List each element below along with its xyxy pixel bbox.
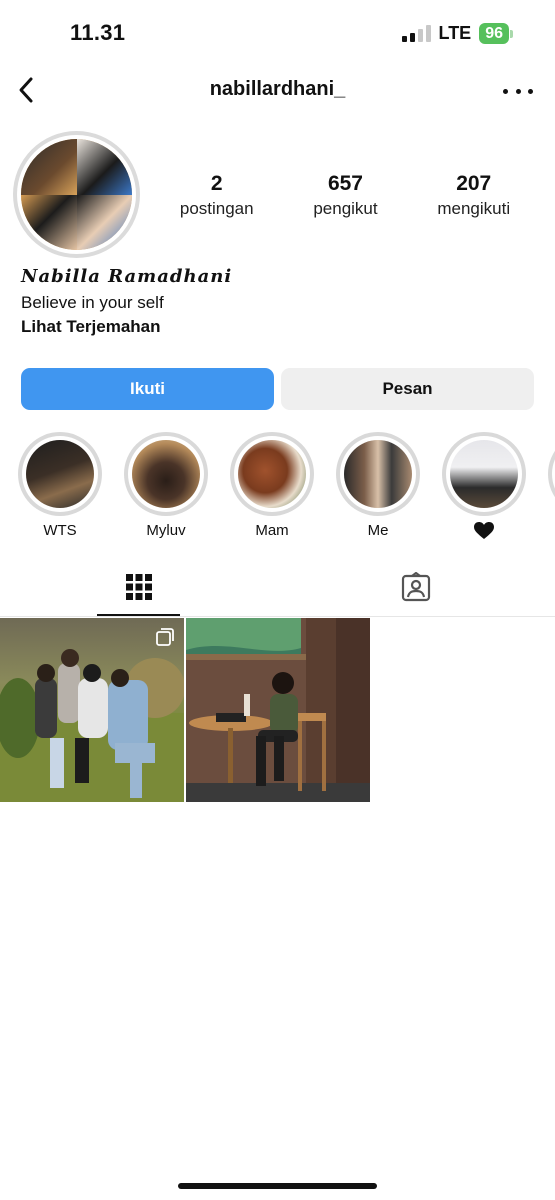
profile-tabs bbox=[0, 562, 555, 617]
post-thumbnail[interactable] bbox=[186, 618, 370, 802]
highlight-partial[interactable] bbox=[548, 432, 555, 516]
highlight-heart[interactable] bbox=[442, 432, 526, 544]
top-nav: nabillardhani_ bbox=[0, 64, 555, 116]
battery-icon: 96 bbox=[479, 23, 513, 44]
battery-level: 96 bbox=[479, 23, 509, 44]
highlight-me[interactable]: Me bbox=[336, 432, 420, 539]
tab-posts-grid[interactable] bbox=[0, 562, 277, 617]
active-tab-indicator bbox=[97, 614, 180, 616]
profile-avatar[interactable] bbox=[13, 131, 140, 258]
followers-count[interactable]: 657 pengikut bbox=[313, 172, 377, 219]
status-indicators: LTE 96 bbox=[401, 23, 513, 44]
more-options-icon[interactable] bbox=[503, 76, 533, 106]
profile-stats: 2 postingan 657 pengikut 207 mengikuti bbox=[150, 172, 540, 219]
display-name: Nabilla Ramadhani bbox=[21, 266, 233, 287]
post-thumbnail[interactable] bbox=[0, 618, 184, 802]
following-count[interactable]: 207 mengikuti bbox=[437, 172, 510, 219]
grid-icon bbox=[125, 573, 153, 606]
story-highlights: WTS Myluv Mam Me bbox=[18, 432, 555, 547]
highlight-wts[interactable]: WTS bbox=[18, 432, 102, 539]
status-bar: 11.31 LTE 96 bbox=[0, 0, 555, 64]
username-title: nabillardhani_ bbox=[209, 78, 346, 100]
highlight-mam[interactable]: Mam bbox=[230, 432, 314, 539]
network-type: LTE bbox=[438, 23, 472, 43]
post-image-cafe bbox=[186, 618, 370, 802]
see-translation-link[interactable]: Lihat Terjemahan bbox=[21, 317, 161, 337]
posts-count: 2 postingan bbox=[179, 172, 254, 218]
bio-text: Believe in your self bbox=[21, 293, 164, 312]
follow-button[interactable]: Ikuti bbox=[21, 368, 274, 410]
tab-tagged[interactable] bbox=[277, 562, 554, 617]
home-indicator[interactable] bbox=[178, 1183, 377, 1189]
status-time: 11.31 bbox=[70, 20, 126, 45]
black-heart-icon bbox=[474, 522, 494, 540]
avatar-image bbox=[21, 139, 132, 250]
signal-icon bbox=[401, 25, 431, 42]
message-button[interactable]: Pesan bbox=[281, 368, 534, 410]
highlight-myluv[interactable]: Myluv bbox=[124, 432, 208, 539]
multiple-photos-icon bbox=[156, 628, 174, 646]
tagged-person-icon bbox=[401, 571, 431, 607]
